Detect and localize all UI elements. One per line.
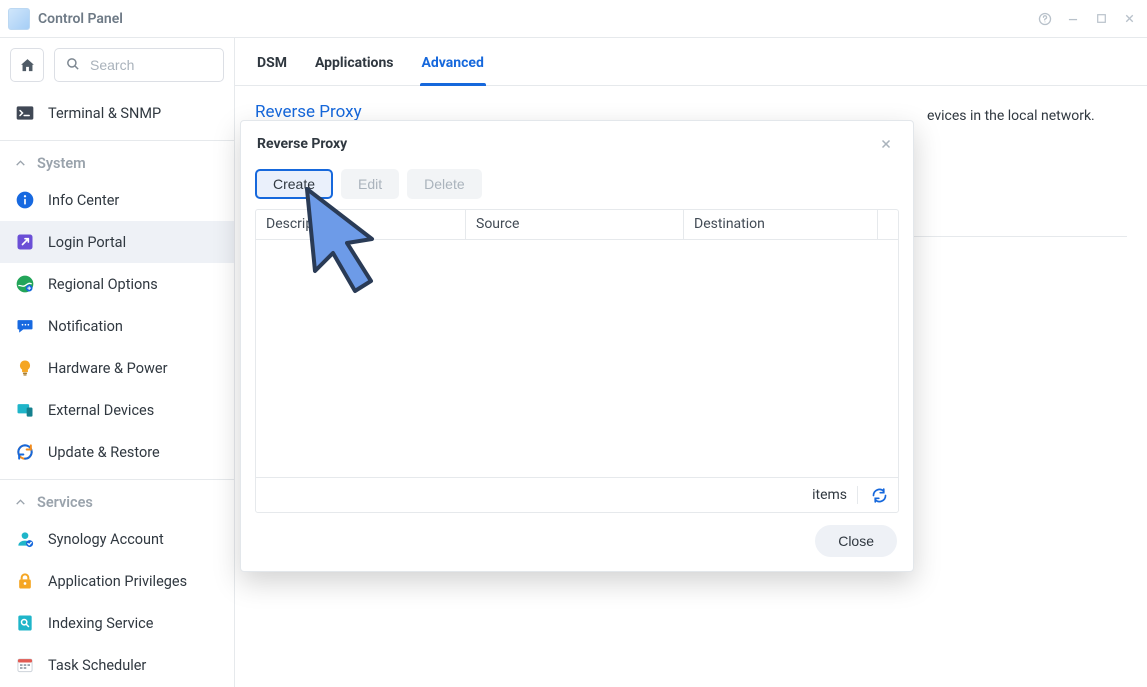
main-content: DSM Applications Advanced Reverse Proxy … <box>235 38 1147 687</box>
sidebar-item-task-scheduler[interactable]: Task Scheduler <box>0 644 234 686</box>
sidebar-item-regional-options[interactable]: Regional Options <box>0 263 234 305</box>
home-button[interactable] <box>10 48 44 82</box>
close-button[interactable] <box>1119 9 1139 29</box>
sidebar-item-label: Regional Options <box>48 276 220 293</box>
help-button[interactable] <box>1035 9 1055 29</box>
search-input-wrap[interactable] <box>54 48 224 82</box>
edit-button: Edit <box>341 169 399 199</box>
person-icon <box>14 528 36 550</box>
divider <box>857 486 858 504</box>
search-input[interactable] <box>88 56 213 74</box>
reverse-proxy-dialog: Reverse Proxy Create Edit Delete Descrip… <box>240 120 914 572</box>
sidebar-item-update-restore[interactable]: Update & Restore <box>0 431 234 473</box>
sidebar-item-label: External Devices <box>48 402 220 419</box>
sidebar-item-label: Login Portal <box>48 234 220 251</box>
sidebar-item-label: Hardware & Power <box>48 360 220 377</box>
close-button[interactable]: Close <box>815 525 897 557</box>
table-header: Description Source Destination <box>256 210 898 240</box>
search-icon <box>65 56 80 75</box>
sidebar-item-label: Application Privileges <box>48 573 220 590</box>
calendar-icon <box>14 654 36 676</box>
sidebar-item-synology-account[interactable]: Synology Account <box>0 518 234 560</box>
col-description[interactable]: Description <box>256 210 466 239</box>
sidebar-item-login-portal[interactable]: Login Portal <box>0 221 234 263</box>
table-status-bar: items <box>256 477 898 512</box>
col-spacer <box>878 210 898 239</box>
table-body[interactable] <box>256 240 898 477</box>
app-icon <box>8 8 30 30</box>
dialog-close-button[interactable] <box>875 133 897 155</box>
items-count-label: items <box>812 487 847 503</box>
sidebar-item-label: Update & Restore <box>48 444 220 461</box>
refresh-button[interactable] <box>868 484 890 506</box>
sidebar-group-system[interactable]: System <box>0 147 234 179</box>
sidebar-item-info-center[interactable]: Info Center <box>0 179 234 221</box>
proxy-table: Description Source Destination items <box>255 209 899 513</box>
minimize-button[interactable] <box>1063 9 1083 29</box>
sidebar-item-indexing-service[interactable]: Indexing Service <box>0 602 234 644</box>
bulb-icon <box>14 357 36 379</box>
col-source[interactable]: Source <box>466 210 684 239</box>
login-portal-icon <box>14 231 36 253</box>
dialog-mask: Reverse Proxy Create Edit Delete Descrip… <box>235 38 1147 687</box>
search-file-icon <box>14 612 36 634</box>
sidebar-group-label: System <box>37 155 86 172</box>
lock-icon <box>14 570 36 592</box>
sidebar-group-label: Services <box>37 494 93 511</box>
sidebar-item-terminal[interactable]: Terminal & SNMP <box>0 92 234 134</box>
sidebar-item-label: Task Scheduler <box>48 657 220 674</box>
info-icon <box>14 189 36 211</box>
sidebar-item-label: Notification <box>48 318 220 335</box>
create-button[interactable]: Create <box>255 169 333 199</box>
maximize-button[interactable] <box>1091 9 1111 29</box>
sidebar-item-label: Info Center <box>48 192 220 209</box>
devices-icon <box>14 399 36 421</box>
chat-icon <box>14 315 36 337</box>
terminal-icon <box>14 102 36 124</box>
window-title: Control Panel <box>38 11 1027 27</box>
col-destination[interactable]: Destination <box>684 210 878 239</box>
dialog-title: Reverse Proxy <box>257 136 875 152</box>
sidebar-item-external-devices[interactable]: External Devices <box>0 389 234 431</box>
sidebar-item-application-privileges[interactable]: Application Privileges <box>0 560 234 602</box>
update-restore-icon <box>14 441 36 463</box>
sidebar: Terminal & SNMP System Info Center Login… <box>0 38 235 687</box>
sidebar-item-notification[interactable]: Notification <box>0 305 234 347</box>
delete-button: Delete <box>407 169 481 199</box>
sidebar-item-label: Synology Account <box>48 531 220 548</box>
sidebar-item-label: Indexing Service <box>48 615 220 632</box>
sidebar-group-services[interactable]: Services <box>0 486 234 518</box>
sidebar-item-label: Terminal & SNMP <box>48 105 220 122</box>
sidebar-item-hardware-power[interactable]: Hardware & Power <box>0 347 234 389</box>
globe-icon <box>14 273 36 295</box>
